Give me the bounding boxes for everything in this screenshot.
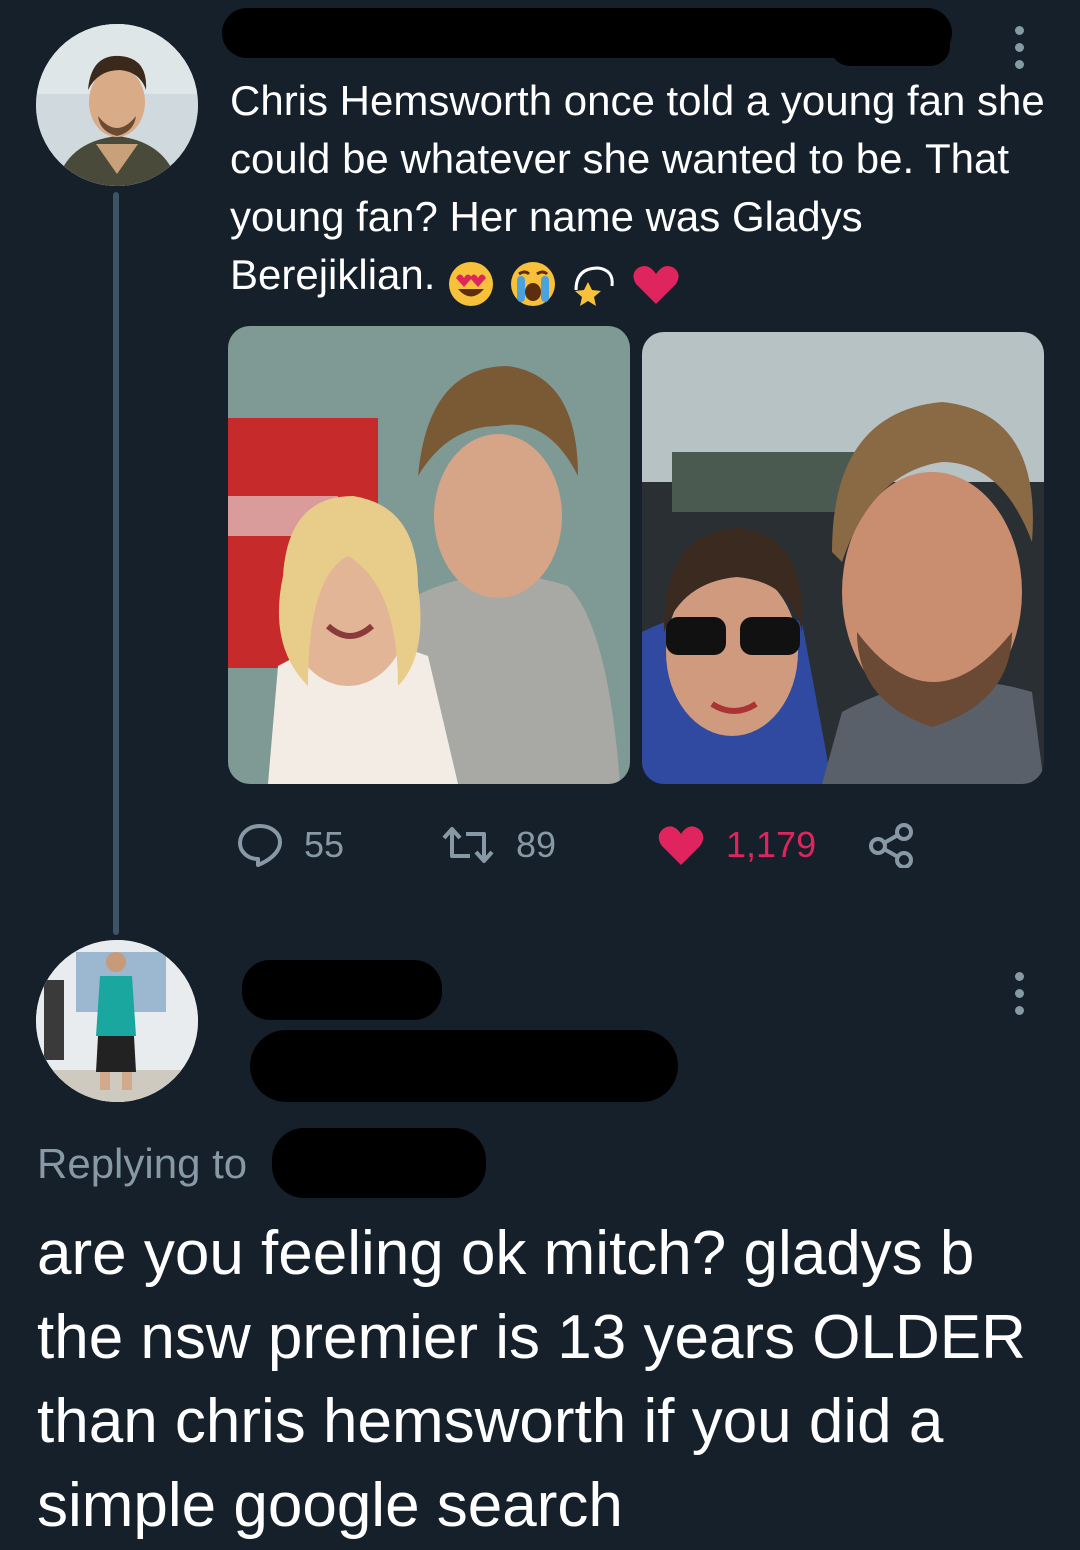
replying-to-label: Replying to	[37, 1140, 247, 1188]
more-dots-icon[interactable]	[1015, 26, 1025, 77]
red-heart-emoji	[633, 265, 679, 304]
replying-to-handle-redaction	[272, 1128, 486, 1198]
reply-count: 55	[304, 824, 345, 865]
author-avatar-image	[36, 24, 198, 186]
share-icon	[869, 823, 913, 868]
replying-to-text: Replying to	[37, 1140, 248, 1187]
retweet-count: 89	[516, 824, 557, 865]
replier-handle-redaction	[250, 1030, 678, 1102]
emoji-group	[447, 252, 682, 310]
retweet-action[interactable]: 89	[440, 822, 556, 868]
tweet-photo-1[interactable]	[228, 326, 630, 784]
like-action[interactable]: 1,179	[656, 822, 816, 868]
like-count: 1,179	[726, 824, 817, 865]
reply-action[interactable]: 55	[236, 822, 344, 868]
reply-bubble-icon	[238, 824, 282, 867]
thread-connector-line	[113, 192, 119, 935]
reply-text: are you feeling ok mitch? gladys b the n…	[37, 1219, 1026, 1540]
heart-filled-icon	[658, 826, 704, 865]
share-action[interactable]	[866, 822, 916, 868]
retweet-icon	[442, 827, 494, 863]
replier-avatar[interactable]	[36, 940, 198, 1102]
author-avatar[interactable]	[36, 24, 198, 186]
replier-name-redaction	[242, 960, 442, 1020]
tweet-text: Chris Hemsworth once told a young fan sh…	[230, 72, 1060, 310]
heart-eyes-emoji	[449, 261, 494, 306]
crying-face-emoji	[510, 261, 555, 306]
tweet-photo-2[interactable]	[642, 332, 1044, 784]
dizzy-emoji	[574, 266, 615, 306]
reply-more-dots-icon[interactable]	[1015, 972, 1025, 1023]
replier-avatar-image	[36, 940, 198, 1102]
author-handle-redaction	[830, 20, 950, 66]
photo-young-fan-image	[228, 326, 630, 784]
photo-selfie-image	[642, 332, 1044, 784]
